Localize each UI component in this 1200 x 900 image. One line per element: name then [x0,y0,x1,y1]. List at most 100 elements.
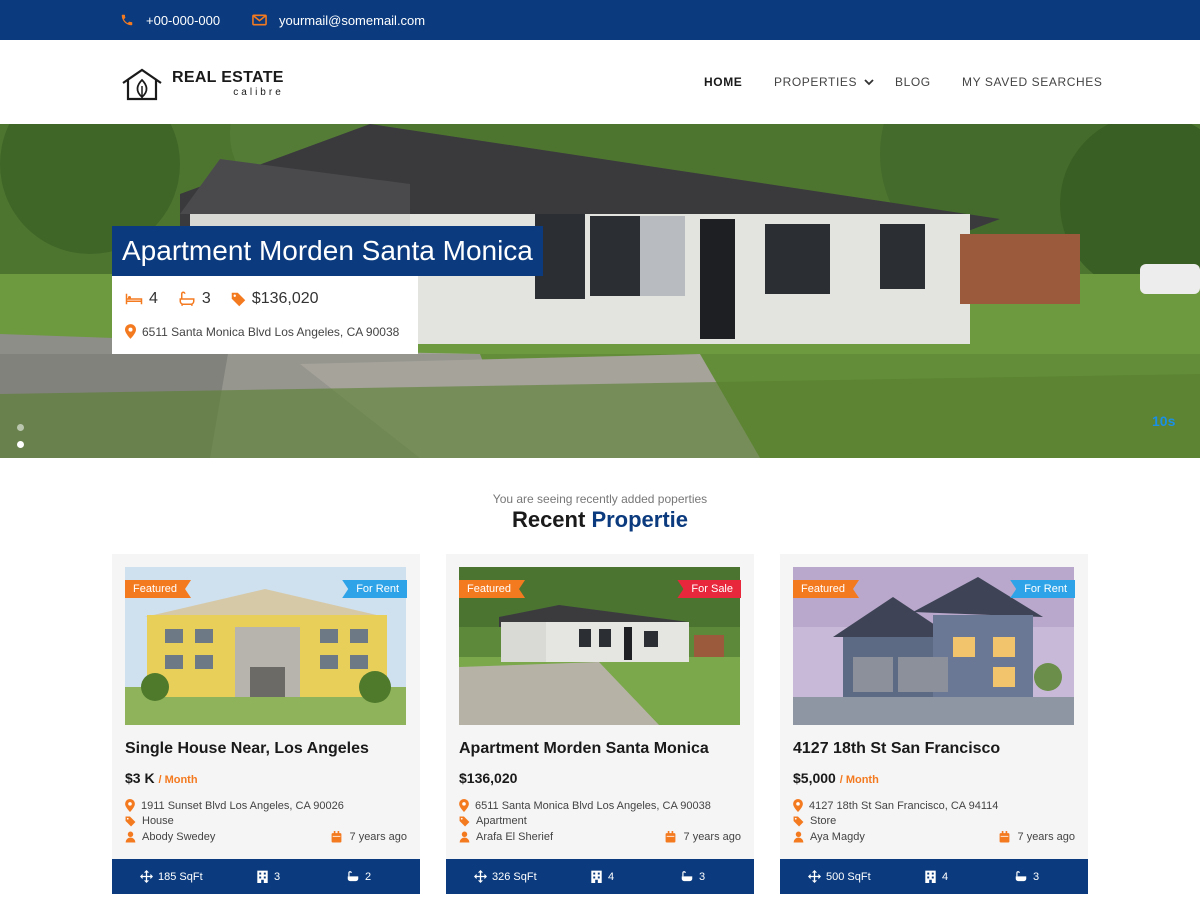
property-price: $3 K / Month [125,770,198,786]
arrows-move-icon [140,870,153,883]
beds-value: 4 [608,870,615,883]
section-subtitle: You are seeing recently added poperties [492,492,708,506]
bathtub-icon [347,870,359,881]
property-type: Store [793,815,836,827]
area-value: 326 SqFt [492,870,537,883]
logo-subtitle: calibre [233,87,284,98]
section-title-part2: Propertie [591,507,689,532]
area-value: 500 SqFt [826,870,871,883]
nav-saved-searches[interactable]: MY SAVED SEARCHES [962,75,1102,89]
feature-baths: 3 [1014,859,1039,894]
beds-value: 4 [942,870,949,883]
property-features-bar: 326 SqFt 4 3 [446,859,754,894]
area-value: 185 SqFt [158,870,203,883]
feature-beds: 3 [256,859,280,894]
site-header: REAL ESTATE calibre HOME PROPERTIES BLOG… [0,40,1200,124]
property-address: 6511 Santa Monica Blvd Los Angeles, CA 9… [459,799,711,812]
logo-title: REAL ESTATE [172,69,284,86]
price-period: / Month [839,774,879,786]
house-logo-icon [122,68,162,101]
hero-baths-value: 3 [201,290,211,307]
calendar-icon [665,831,675,843]
status-badge: For Rent [342,580,407,598]
hero-title[interactable]: Apartment Morden Santa Monica [112,226,543,276]
tag-icon [125,816,136,826]
agent-name: Arafa El Sherief [476,831,554,843]
baths-value: 3 [1033,870,1040,883]
hero-address-text: 6511 Santa Monica Blvd Los Angeles, CA 9… [142,324,400,339]
nav-blog[interactable]: BLOG [895,75,931,89]
building-icon [925,870,936,883]
agent-name: Aya Magdy [810,831,865,843]
property-type: Apartment [459,815,527,827]
arrows-move-icon [808,870,821,883]
hero-beds: 4 [125,290,158,308]
tag-icon [459,816,470,826]
property-title[interactable]: Apartment Morden Santa Monica [459,740,709,758]
property-title[interactable]: Single House Near, Los Angeles [125,740,369,758]
address-text: 6511 Santa Monica Blvd Los Angeles, CA 9… [475,799,711,812]
nav-properties[interactable]: PROPERTIES [774,75,874,89]
type-text: House [142,815,174,827]
status-badge: For Sale [677,580,741,598]
slider-dot-active[interactable] [17,441,24,448]
hero-baths: 3 [178,290,211,308]
user-icon [459,831,470,843]
property-address: 4127 18th St San Francisco, CA 94114 [793,799,998,812]
slider-timer: 10s [1152,413,1176,429]
price-period: / Month [158,774,198,786]
slider-dots [17,424,24,458]
feature-baths: 2 [346,859,371,894]
property-card[interactable]: Featured For Rent 4127 18th St San Franc… [780,554,1088,894]
slider-dot[interactable] [17,424,24,431]
feature-area: 500 SqFt [808,859,871,894]
top-phone[interactable]: +00-000-000 [120,0,220,40]
location-pin-icon [125,324,136,339]
calendar-icon [999,831,1009,843]
feature-baths: 3 [680,859,705,894]
feature-beds: 4 [590,859,614,894]
price-value: $5,000 [793,770,836,786]
phone-text: +00-000-000 [146,12,221,28]
property-agent[interactable]: Arafa El Sherief [459,831,553,843]
mail-icon [252,14,267,26]
property-address: 1911 Sunset Blvd Los Angeles, CA 90026 [125,799,344,812]
date-text: 7 years ago [683,831,741,843]
nav-home[interactable]: HOME [704,75,742,89]
calendar-icon [331,831,341,843]
hero-info-card: 4 3 $136,020 6511 Santa Monica Blvd Los … [112,276,418,354]
property-card[interactable]: Featured For Sale Apartment Morden Santa… [446,554,754,894]
price-value: $136,020 [459,770,518,786]
property-type: House [125,815,174,827]
nav-properties-wrap: PROPERTIES [774,40,874,124]
section-title-part1: Recent [511,507,586,532]
address-text: 4127 18th St San Francisco, CA 94114 [809,799,999,812]
baths-value: 2 [365,870,372,883]
chevron-down-icon [864,79,874,86]
location-pin-icon [459,799,469,812]
featured-badge: Featured [125,580,191,598]
arrows-move-icon [474,870,487,883]
property-title[interactable]: 4127 18th St San Francisco [793,740,1000,758]
feature-area: 185 SqFt [140,859,203,894]
hero-address: 6511 Santa Monica Blvd Los Angeles, CA 9… [125,324,399,339]
hero-price: $136,020 [231,290,319,308]
property-date: 7 years ago [999,831,1075,843]
top-email[interactable]: yourmail@somemail.com [252,0,425,40]
property-agent[interactable]: Abody Swedey [125,831,215,843]
feature-beds: 4 [924,859,948,894]
building-icon [591,870,602,883]
property-agent[interactable]: Aya Magdy [793,831,865,843]
site-logo[interactable]: REAL ESTATE calibre [120,67,284,101]
property-date: 7 years ago [665,831,741,843]
feature-area: 326 SqFt [474,859,537,894]
price-value: $3 K [125,770,155,786]
tag-icon [793,816,804,826]
status-badge: For Rent [1010,580,1075,598]
property-card[interactable]: Featured For Rent Single House Near, Los… [112,554,420,894]
section-title: Recent Propertie [0,507,1200,533]
date-text: 7 years ago [349,831,407,843]
tag-icon [231,292,246,306]
nav-properties-label: PROPERTIES [774,75,858,89]
user-icon [125,831,136,843]
